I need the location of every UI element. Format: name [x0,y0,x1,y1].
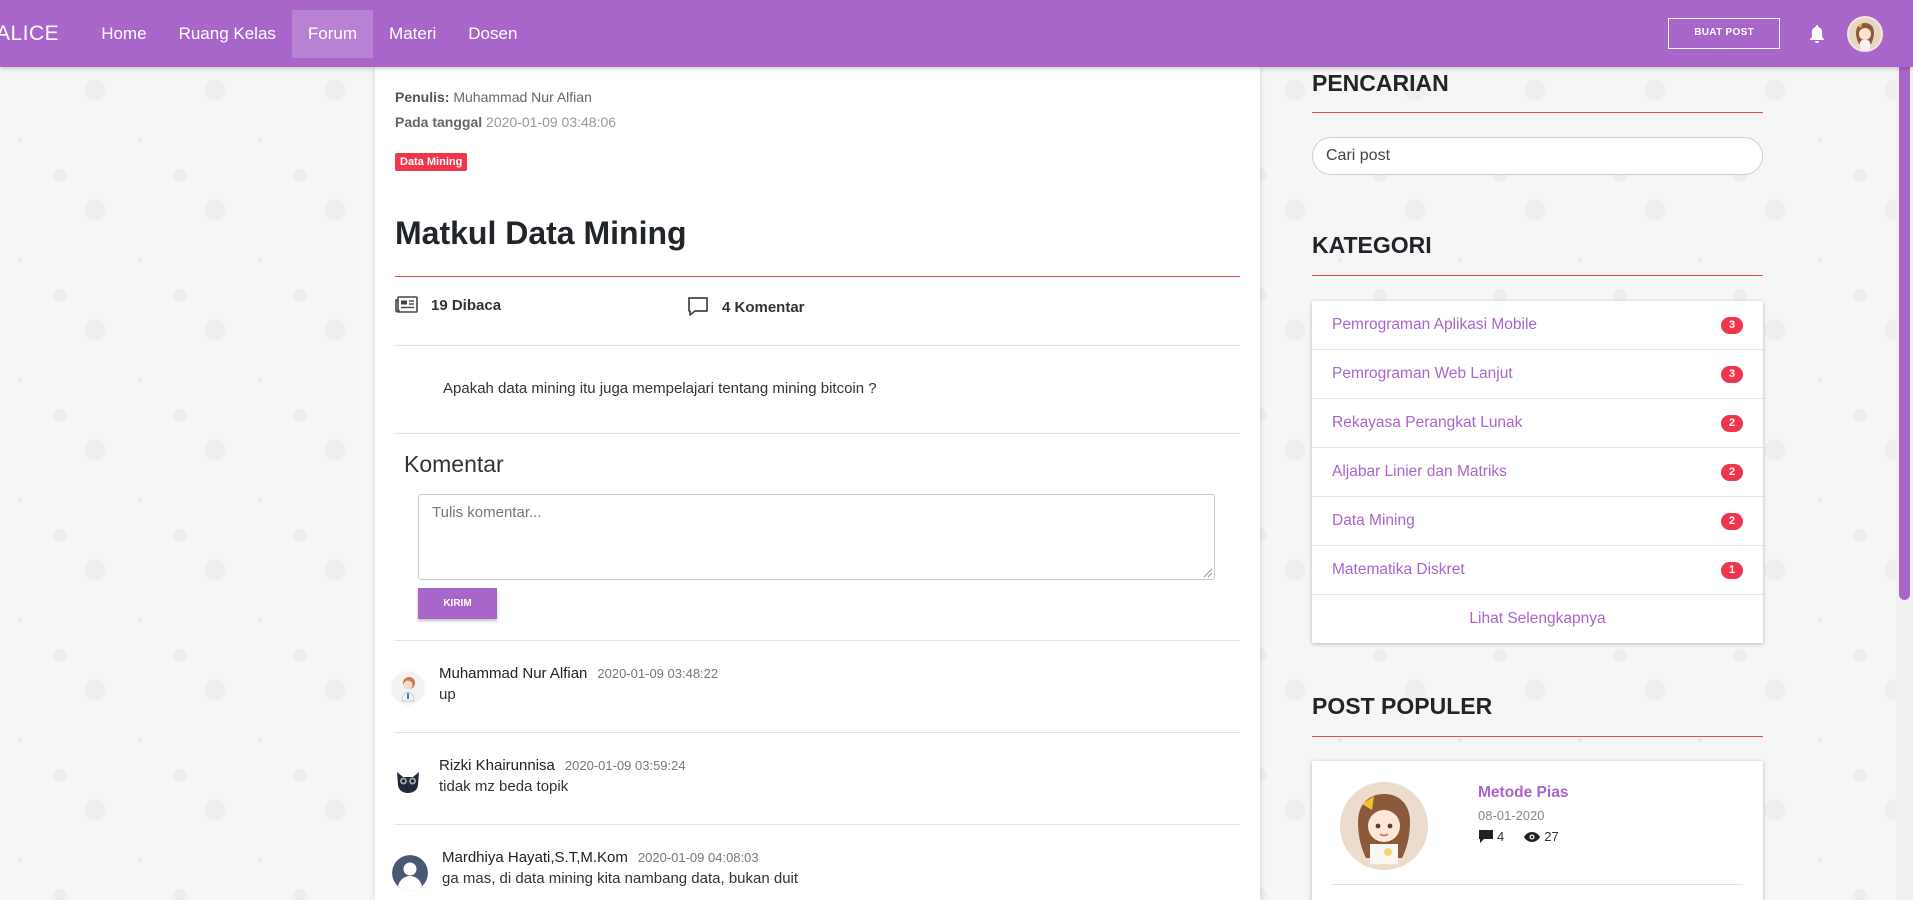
popular-heading: POST POPULER [1312,693,1493,719]
bell-icon[interactable] [1806,23,1828,45]
popular-views-count: 27 [1544,829,1559,844]
commenter-avatar [392,855,428,891]
create-post-button[interactable]: BUAT POST [1668,18,1780,49]
popular-views: 27 [1523,829,1559,844]
post-date: 2020-01-09 03:48:06 [486,114,617,130]
nav-dosen[interactable]: Dosen [452,10,533,58]
category-heading-rule [1312,275,1763,276]
commenter-name: Muhammad Nur Alfian 2020-01-09 03:48:22 [439,665,718,682]
category-item[interactable]: Matematika Diskret 1 [1312,546,1763,595]
newspaper-icon [395,296,418,313]
comment-divider [395,824,1240,825]
top-navbar: ALICE Home Ruang Kelas Forum Materi Dose… [0,0,1913,67]
views-stat: 19 Dibaca [395,296,501,314]
author-label: Penulis: [395,89,450,105]
navbar-actions: BUAT POST [1668,0,1883,67]
comment-section-heading: Komentar [404,451,504,477]
popular-comments: 4 [1478,829,1504,844]
popular-heading-rule [1312,736,1763,737]
category-list: Pemrograman Aplikasi Mobile 3 Pemrograman… [1312,301,1763,643]
category-heading: KATEGORI [1312,232,1432,258]
nav-home[interactable]: Home [85,10,162,58]
form-divider [395,640,1240,641]
category-item[interactable]: Pemrograman Web Lanjut 3 [1312,350,1763,399]
brand-logo[interactable]: ALICE [0,22,59,46]
comment-icon [688,297,708,316]
post-body: Apakah data mining itu juga mempelajari … [443,380,877,397]
comment-item: Rizki Khairunnisa 2020-01-09 03:59:24 tid… [391,757,1231,817]
user-avatar[interactable] [1847,15,1883,52]
category-count-badge: 2 [1721,463,1743,481]
popular-post-date: 08-01-2020 [1478,808,1545,823]
post-date-line: Pada tanggal 2020-01-09 03:48:06 [395,114,616,130]
date-label: Pada tanggal [395,114,483,130]
category-count-badge: 3 [1721,365,1743,383]
commenter-name-text: Mardhiya Hayati,S.T,M.Kom [442,849,628,866]
post-card: Penulis: Muhammad Nur Alfian Pada tangga… [375,67,1260,900]
comment-text: up [439,686,456,703]
category-name: Pemrograman Aplikasi Mobile [1332,316,1538,333]
popular-post-card: Metode Pias 08-01-2020 4 27 [1312,761,1763,900]
comment-date: 2020-01-09 03:59:24 [564,758,686,773]
category-badge[interactable]: Data Mining [395,153,468,171]
commenter-name: Mardhiya Hayati,S.T,M.Kom 2020-01-09 04:0… [442,849,759,866]
category-item[interactable]: Rekayasa Perangkat Lunak 2 [1312,399,1763,448]
post-author-line: Penulis: Muhammad Nur Alfian [395,89,592,105]
nav-ruang-kelas[interactable]: Ruang Kelas [163,10,292,58]
popular-post-avatar[interactable] [1340,782,1428,870]
category-count-badge: 3 [1721,316,1743,334]
popular-post-stats: 4 27 [1478,829,1559,844]
comment-icon [1479,830,1493,843]
title-divider [395,276,1240,277]
nav-forum[interactable]: Forum [291,9,374,58]
commenter-name-text: Muhammad Nur Alfian [439,665,588,682]
category-name: Matematika Diskret [1332,561,1465,578]
resize-grip-icon[interactable] [1203,568,1213,578]
category-name: Rekayasa Perangkat Lunak [1332,414,1523,431]
comments-count: 4 Komentar [722,298,805,316]
comment-date: 2020-01-09 04:08:03 [637,850,759,865]
stats-divider [395,345,1240,346]
commenter-avatar [391,671,425,705]
body-divider [395,433,1240,434]
comment-item: Mardhiya Hayati,S.T,M.Kom 2020-01-09 04:0… [391,849,1231,900]
category-count-badge: 2 [1721,512,1743,530]
popular-post-title[interactable]: Metode Pias [1478,784,1568,802]
page-scrollbar[interactable] [1896,0,1913,900]
search-input[interactable] [1312,137,1763,175]
category-name: Data Mining [1332,512,1415,529]
search-heading-rule [1312,112,1763,113]
scrollbar-thumb[interactable] [1899,22,1910,600]
category-count-badge: 1 [1721,561,1743,579]
category-count-badge: 2 [1721,414,1743,432]
views-count: 19 Dibaca [431,296,502,314]
commenter-avatar [391,763,425,797]
see-more-link[interactable]: Lihat Selengkapnya [1312,595,1763,643]
comment-text: ga mas, di data mining kita nambang data… [442,870,799,887]
nav-materi[interactable]: Materi [373,10,452,58]
post-author: Muhammad Nur Alfian [453,89,592,105]
post-title: Matkul Data Mining [395,215,687,251]
comment-date: 2020-01-09 03:48:22 [597,666,719,681]
submit-comment-button[interactable]: KIRIM [418,588,497,619]
commenter-name-text: Rizki Khairunnisa [439,757,555,774]
category-name: Aljabar Linier dan Matriks [1332,463,1507,480]
search-heading: PENCARIAN [1312,70,1449,96]
category-item[interactable]: Aljabar Linier dan Matriks 2 [1312,448,1763,497]
popular-comments-count: 4 [1497,829,1505,844]
comments-stat: 4 Komentar [687,296,805,318]
comment-textarea[interactable] [418,494,1215,580]
comment-item: Muhammad Nur Alfian 2020-01-09 03:48:22 u… [391,665,1231,725]
category-name: Pemrograman Web Lanjut [1332,365,1513,382]
popular-item-divider [1332,884,1743,885]
comment-text: tidak mz beda topik [439,778,569,795]
category-item[interactable]: Pemrograman Aplikasi Mobile 3 [1312,301,1763,350]
category-item[interactable]: Data Mining 2 [1312,497,1763,546]
commenter-name: Rizki Khairunnisa 2020-01-09 03:59:24 [439,757,686,774]
comment-divider [395,732,1240,733]
eye-icon [1524,831,1541,842]
